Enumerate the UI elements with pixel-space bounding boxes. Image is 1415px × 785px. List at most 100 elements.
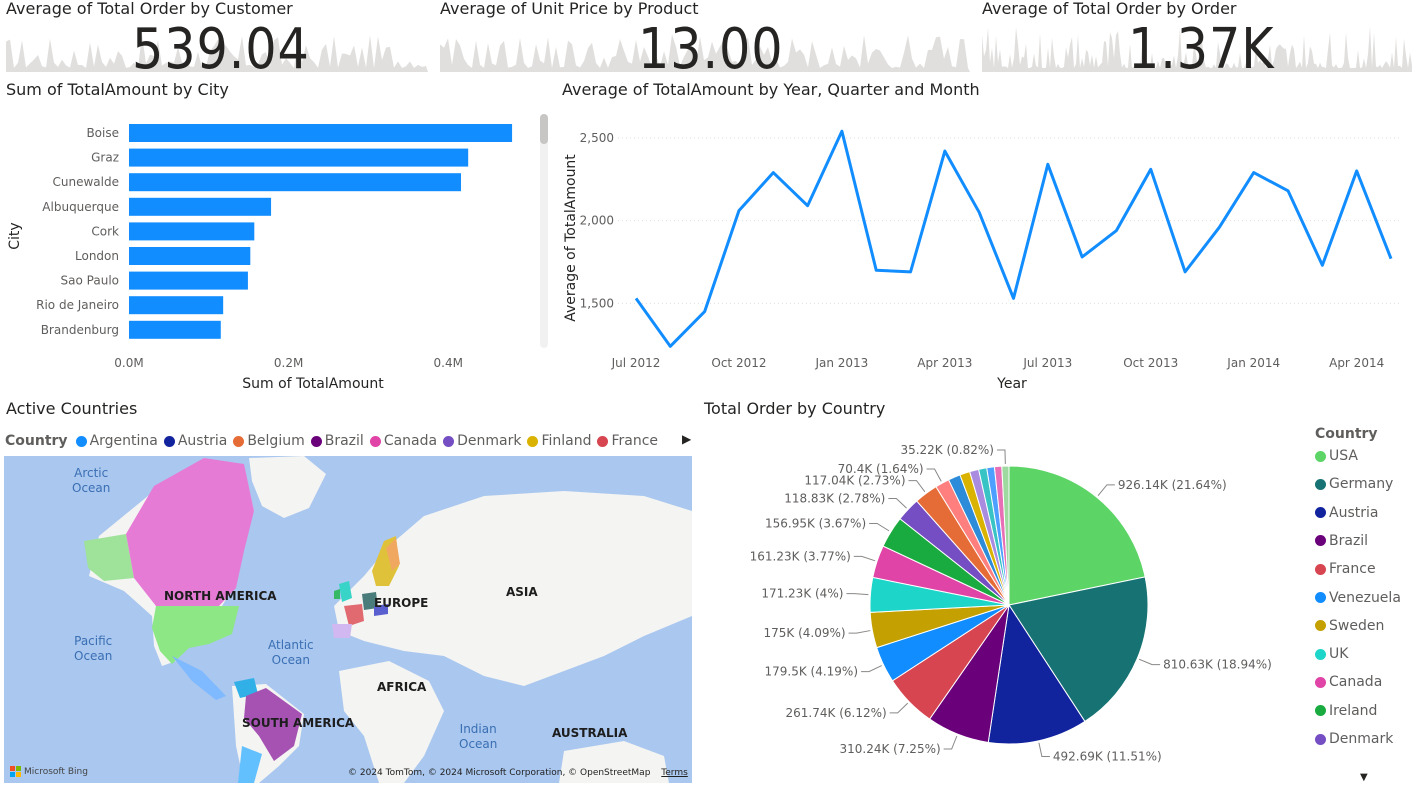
city-tick-label: Rio de Janeiro (36, 298, 119, 312)
city-tick-label: London (75, 249, 119, 263)
x-tick-label: Apr 2013 (917, 356, 972, 370)
x-tick-label: Jul 2013 (1022, 356, 1072, 370)
pie-data-label: 161.23K (3.77%) (750, 549, 851, 563)
legend-dot-icon (1315, 507, 1326, 519)
city-tick-label: Albuquerque (42, 200, 119, 214)
pie-data-label: 175K (4.09%) (763, 626, 845, 640)
legend-dot-icon (1315, 620, 1326, 632)
pie-data-label: 492.69K (11.51%) (1053, 749, 1162, 763)
kpi-value: 539.04 (132, 17, 310, 82)
pie-data-label: 156.95K (3.67%) (765, 517, 866, 531)
y-tick-label: 2,000 (580, 214, 614, 228)
legend-item[interactable]: France (1315, 561, 1376, 577)
pie-leader-line (996, 449, 1006, 465)
city-bar (129, 124, 513, 142)
pie-data-label: 118.83K (2.78%) (784, 492, 885, 506)
legend-item[interactable]: Venezuela (1315, 590, 1401, 606)
legend-dot-icon (1315, 563, 1326, 575)
line-chart-canvas: 1,500 2,000 2,500 Jul 2012 Oct 2012 Jan 2013 A… (563, 129, 1401, 392)
kpi-value: 13.00 (638, 17, 784, 82)
map-canvas[interactable]: Arctic Ocean Pacific Ocean Atlantic Ocea… (4, 456, 692, 783)
y-tick-label: 2,500 (580, 131, 614, 145)
city-tick-label: Cork (91, 224, 119, 238)
scrollbar[interactable] (540, 114, 548, 348)
map-label-australia: AUSTRALIA (552, 726, 628, 740)
legend-item[interactable]: Brazil (310, 433, 364, 449)
pie-data-label: 926.14K (21.64%) (1118, 478, 1227, 492)
city-bar (129, 296, 224, 315)
city-bar (129, 320, 221, 339)
city-bar-chart[interactable]: Sum of TotalAmount by City City Boise Graz… (0, 78, 556, 396)
legend-title: Country (5, 433, 68, 449)
pie-leader-line (869, 523, 890, 532)
x-axis-label: Year (996, 376, 1027, 392)
x-tick-label: Apr 2014 (1329, 356, 1384, 370)
pie-chart[interactable]: Total Order by Country 926.14K (21.64%) 8… (700, 398, 1415, 785)
scrollbar-thumb[interactable] (540, 114, 548, 144)
pie-data-label: 171.23K (4%) (761, 587, 843, 601)
legend-item[interactable]: Ireland (1315, 703, 1377, 719)
city-bar (129, 271, 248, 290)
pie-leader-line (1097, 484, 1115, 497)
legend-item[interactable]: Canada (369, 433, 437, 449)
map-legend: Country Argentina Austria Belgium Brazil Can… (5, 432, 695, 450)
kpi-title: Average of Total Order by Order (982, 0, 1237, 18)
city-bar (129, 222, 255, 241)
legend-item[interactable]: Denmark (443, 433, 521, 449)
x-tick-label: Jan 2014 (1226, 356, 1280, 370)
pie-data-label: 179.5K (4.19%) (764, 665, 858, 679)
legend-dot-icon (1315, 648, 1326, 660)
legend-dot-icon (310, 435, 322, 447)
map-copyright: © 2024 TomTom, © 2024 Microsoft Corporat… (348, 768, 688, 778)
city-tick-label: Sao Paulo (61, 274, 119, 288)
legend-scroll-down-icon[interactable]: ▼ (1360, 772, 1368, 783)
legend-dot-icon (233, 435, 245, 447)
legend-item[interactable]: Finland (527, 433, 591, 449)
kpi-card-order[interactable]: Average of Total Order by Order 1.37K (978, 0, 1415, 82)
legend-item[interactable]: France (597, 433, 658, 449)
legend-dot-icon (369, 435, 381, 447)
pie-leader-line (1138, 658, 1161, 666)
legend-item[interactable]: Germany (1315, 476, 1393, 492)
map-label-europe: EUROPE (374, 596, 429, 610)
legend-item[interactable]: Brazil (1315, 533, 1368, 549)
kpi-title: Average of Total Order by Customer (6, 0, 293, 18)
legend-dot-icon (1315, 705, 1326, 717)
bar-chart-canvas: City Boise Graz Cunewalde Albuquerque Cork Lon… (7, 124, 513, 392)
legend-item[interactable]: USA (1315, 448, 1358, 464)
city-tick-label: Boise (86, 126, 119, 140)
kpi-card-customer[interactable]: Average of Total Order by Customer 539.0… (0, 0, 430, 82)
chart-title: Active Countries (6, 399, 138, 418)
legend-item[interactable]: Sweden (1315, 618, 1384, 634)
x-tick-label: Oct 2013 (1123, 356, 1178, 370)
pie-leader-line (888, 498, 907, 509)
legend-next-arrow-icon[interactable]: ▶ (682, 432, 691, 446)
legend-item[interactable]: Argentina (75, 433, 158, 449)
legend-dot-icon (527, 435, 539, 447)
map-label-indian: Indian Ocean (459, 722, 498, 751)
legend-item[interactable]: UK (1315, 646, 1348, 662)
map-visual[interactable]: Active Countries Country Argentina Austri… (0, 398, 700, 785)
pie-data-label: 810.63K (18.94%) (1163, 658, 1272, 672)
legend-dot-icon (1315, 450, 1326, 462)
pie-leader-line (1038, 742, 1050, 757)
kpi-value: 1.37K (1128, 17, 1275, 82)
map-label-south-america: SOUTH AMERICA (242, 716, 355, 730)
city-bar (129, 173, 461, 192)
map-label-atlantic: Atlantic Ocean (268, 638, 314, 667)
line-chart[interactable]: Average of TotalAmount by Year, Quarter … (556, 78, 1415, 396)
legend-item[interactable]: Canada (1315, 674, 1382, 690)
map-label-pacific: Pacific Ocean (74, 634, 113, 663)
city-tick-label: Cunewalde (53, 175, 119, 189)
legend-item[interactable]: Austria (163, 433, 227, 449)
map-label-africa: AFRICA (377, 680, 427, 694)
pie-data-label: 261.74K (6.12%) (786, 706, 887, 720)
terms-link[interactable]: Terms (661, 768, 688, 778)
legend-item[interactable]: Denmark (1315, 731, 1393, 747)
city-bar (129, 197, 272, 216)
legend-item[interactable]: Belgium (233, 433, 305, 449)
legend-item[interactable]: Austria (1315, 505, 1378, 521)
kpi-card-unit-price[interactable]: Average of Unit Price by Product 13.00 (436, 0, 976, 82)
bing-logo: Microsoft Bing (10, 766, 88, 777)
legend-dot-icon (1315, 676, 1326, 688)
